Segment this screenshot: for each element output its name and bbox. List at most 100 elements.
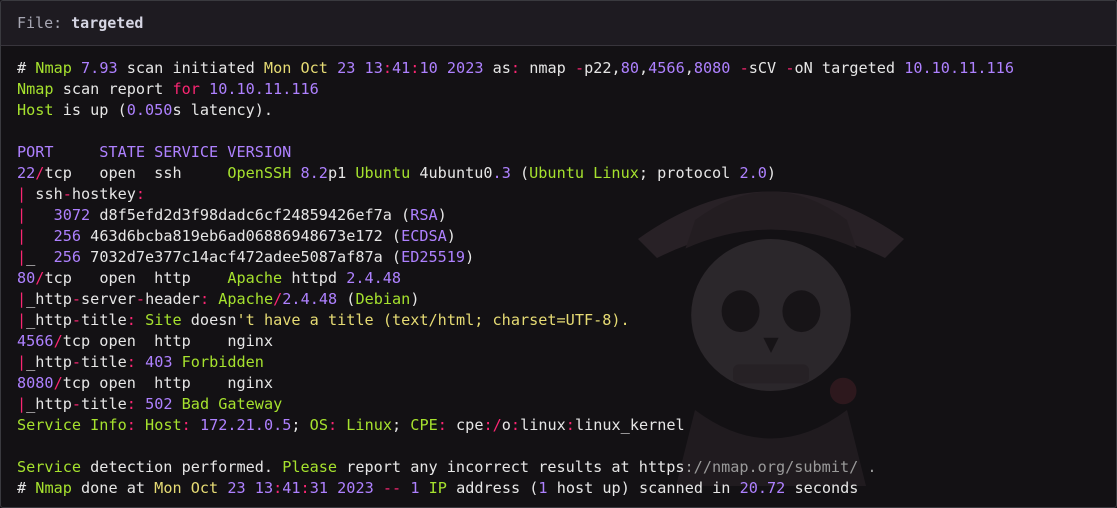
output-token: 2023 [337, 479, 374, 497]
output-token: : [199, 290, 210, 308]
output-token: title [81, 311, 127, 329]
output-token: 8.2 [300, 164, 328, 182]
output-token: seconds [785, 479, 859, 497]
output-token: 2023 [446, 59, 484, 77]
output-token: : [382, 59, 392, 77]
output-token: : [135, 185, 146, 203]
output-token: ; protocol [638, 164, 740, 182]
output-token: p1 [327, 164, 356, 182]
output-line: # Nmap 7.93 scan initiated Mon Oct 23 13… [17, 58, 1014, 79]
output-token: 403 [145, 353, 173, 371]
output-token: 2.4.48 [282, 290, 338, 308]
output-token: : [273, 479, 283, 497]
output-token: : [327, 416, 338, 434]
output-token: - [574, 59, 585, 77]
output-token [200, 80, 209, 98]
file-header: File: targeted [1, 1, 1116, 46]
output-line: # Nmap done at Mon Oct 23 13:41:31 2023 … [17, 478, 1014, 499]
output-token: ) [766, 164, 777, 182]
output-token [26, 206, 53, 224]
output-token: title [81, 395, 127, 413]
output-token: 2.0 [739, 164, 767, 182]
output-token [136, 311, 145, 329]
output-token: header [145, 290, 200, 308]
output-token: Nmap [35, 479, 72, 497]
output-token: 10 [419, 59, 438, 77]
output-token: o [501, 416, 511, 434]
output-token: : [565, 416, 575, 434]
output-token: : [126, 416, 136, 434]
output-token: | [17, 206, 27, 224]
output-token: 3072 [53, 206, 91, 224]
output-token: 8080 [693, 59, 731, 77]
output-line: |_http-title: Site doesn't have a title … [17, 310, 1014, 331]
terminal-output[interactable]: # Nmap 7.93 scan initiated Mon Oct 23 13… [1, 46, 1116, 507]
output-token: , [638, 59, 649, 77]
output-token [218, 479, 227, 497]
output-token: ) [437, 206, 447, 224]
output-token: Apache [227, 269, 283, 287]
output-token: ) [465, 248, 475, 266]
output-token: IP [428, 479, 447, 497]
output-token: - [71, 395, 82, 413]
output-token: Debian [355, 290, 411, 308]
output-token: Host [17, 101, 54, 119]
output-token: 23 [227, 479, 246, 497]
output-token: - [71, 290, 82, 308]
output-token: Mon Oct [263, 59, 328, 77]
output-token: _http [26, 311, 72, 329]
output-token: scan initiated [117, 59, 264, 77]
output-token: 1 [538, 479, 548, 497]
output-token: - [62, 185, 72, 203]
output-token: Nmap [35, 59, 72, 77]
output-token: ) [446, 227, 456, 245]
output-token: 502 [145, 395, 173, 413]
output-line: 22/tcp open ssh OpenSSH 8.2p1 Ubuntu 4ub… [17, 163, 1014, 184]
output-token: / [53, 374, 63, 392]
output-token: : [181, 416, 191, 434]
output-token [401, 479, 410, 497]
output-token: 256 [53, 248, 82, 266]
output-token: as [483, 59, 511, 77]
output-token: tcp open http nginx [62, 332, 274, 350]
output-token: | [17, 227, 27, 245]
output-token: ( [337, 290, 356, 308]
output-token: tcp open http [44, 269, 228, 287]
output-token: Forbidden [181, 353, 264, 371]
output-token: Ubuntu [355, 164, 411, 182]
output-line: | 3072 d8f5efd2d3f98dadc6cf24859426ef7a … [17, 205, 1014, 226]
output-line: Nmap scan report for 10.10.11.116 [17, 79, 1014, 100]
output-token: 8080 [17, 374, 54, 392]
output-token: _http [26, 395, 72, 413]
output-token: p22, [584, 59, 621, 77]
output-token [355, 59, 364, 77]
output-token: Linux [346, 416, 392, 434]
output-token: is up ( [53, 101, 127, 119]
file-viewer-window: File: targeted # Nmap 7.93 scan initiate… [0, 0, 1117, 508]
output-token: 80 [620, 59, 639, 77]
output-token [438, 59, 447, 77]
output-line: |_http-title: 502 Bad Gateway [17, 394, 1014, 415]
output-token: / [273, 290, 283, 308]
output-line: 4566/tcp open http nginx [17, 331, 1014, 352]
output-token [337, 416, 346, 434]
output-token: hostkey [71, 185, 136, 203]
output-token: sCV [748, 59, 786, 77]
output-token: 4566 [17, 332, 54, 350]
output-token: PORT STATE SERVICE VERSION [17, 143, 292, 161]
output-token: Nmap [17, 80, 54, 98]
output-line: |_http-server-header: Apache/2.4.48 (Deb… [17, 289, 1014, 310]
output-token [374, 479, 383, 497]
output-token: - [71, 311, 82, 329]
output-token: 10.10.11.116 [209, 80, 319, 98]
output-token: Service [17, 458, 82, 476]
output-token: tcp open ssh [44, 164, 228, 182]
output-token: : [510, 59, 521, 77]
output-line: PORT STATE SERVICE VERSION [17, 142, 1014, 163]
output-token: 22 [17, 164, 36, 182]
output-token [246, 479, 255, 497]
output-token: Host [145, 416, 182, 434]
output-token [328, 479, 337, 497]
output-token: | [17, 248, 27, 266]
